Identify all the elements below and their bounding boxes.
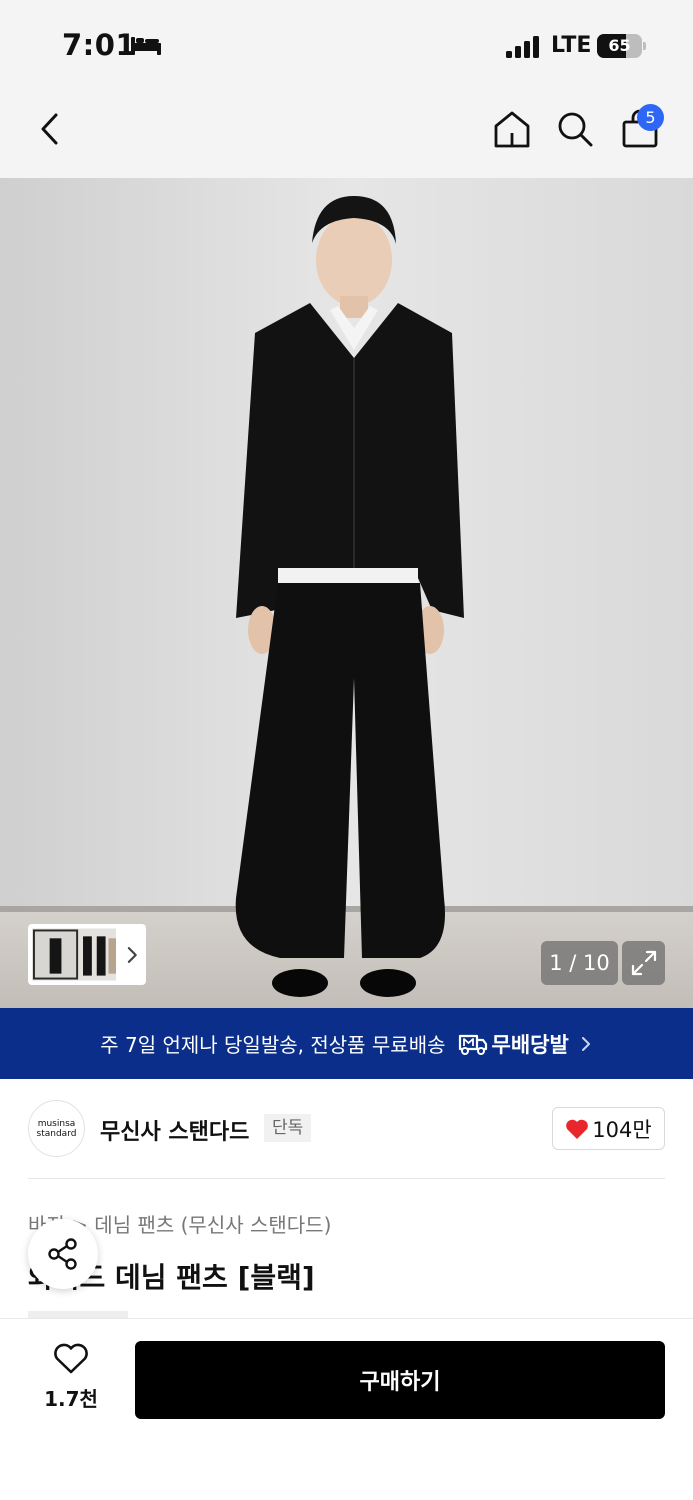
product-image-gallery[interactable]	[0, 178, 693, 1008]
brand-like-count: 104만	[592, 1117, 652, 1142]
brand-row: musinsa standard 무신사 스탠다드 단독 104만	[28, 1100, 665, 1158]
divider	[28, 1178, 665, 1179]
search-icon	[558, 112, 593, 147]
back-button[interactable]	[28, 106, 74, 152]
chevron-right-icon	[128, 946, 138, 963]
thumbnail-strip[interactable]	[28, 924, 146, 985]
brand-logo-line1: musinsa	[37, 1118, 76, 1129]
battery-level: 65	[608, 36, 631, 55]
home-icon	[494, 111, 530, 148]
brand-logo-line2: standard	[36, 1128, 77, 1139]
heart-icon	[566, 1119, 589, 1139]
bed-icon	[131, 37, 161, 55]
share-icon	[48, 1238, 77, 1270]
wishlist-count: 1.7천	[44, 1387, 98, 1411]
product-detail-screen: 7:01 LTE 65 5 1 / 10 주 7일 언제나 당일발송, 전상품 …	[0, 0, 693, 1500]
delivery-banner[interactable]: 주 7일 언제나 당일발송, 전상품 무료배송 무배당발	[0, 1008, 693, 1079]
image-counter: 1 / 10	[541, 941, 618, 985]
expand-button[interactable]	[622, 941, 665, 985]
top-nav-bar	[0, 90, 693, 178]
banner-text: 주 7일 언제나 당일발송, 전상품 무료배송	[100, 1033, 446, 1057]
brand-name[interactable]: 무신사 스탠다드	[100, 1114, 249, 1146]
share-button[interactable]	[28, 1219, 98, 1289]
home-button[interactable]	[489, 106, 535, 152]
breadcrumb-subcategory[interactable]: 데님 팬츠 (무신사 스탠다드)	[94, 1213, 331, 1237]
chevron-right-icon	[581, 1036, 590, 1051]
buy-button[interactable]: 구매하기	[135, 1341, 665, 1419]
signal-icon	[506, 36, 539, 58]
battery-icon: 65	[597, 34, 647, 58]
bottom-action-bar: 1.7천 구매하기	[0, 1318, 693, 1500]
banner-logo: 무배당발	[458, 1029, 569, 1059]
banner-logo-text: 무배당발	[491, 1032, 569, 1057]
thumbnail-images	[32, 928, 117, 981]
brand-logo[interactable]: musinsa standard	[28, 1100, 85, 1157]
status-bar: 7:01 LTE 65	[0, 0, 693, 90]
product-photo	[0, 178, 693, 1008]
expand-icon	[631, 950, 656, 976]
status-time: 7:01	[62, 28, 137, 62]
network-type: LTE	[551, 33, 592, 58]
cart-count-badge: 5	[637, 104, 664, 131]
heart-outline-icon	[54, 1343, 88, 1374]
wishlist-button[interactable]: 1.7천	[36, 1343, 106, 1413]
brand-like-button[interactable]: 104만	[552, 1107, 665, 1150]
delivery-truck-icon	[458, 1034, 487, 1055]
back-icon	[41, 113, 58, 145]
search-button[interactable]	[552, 106, 598, 152]
exclusive-badge: 단독	[264, 1114, 312, 1142]
